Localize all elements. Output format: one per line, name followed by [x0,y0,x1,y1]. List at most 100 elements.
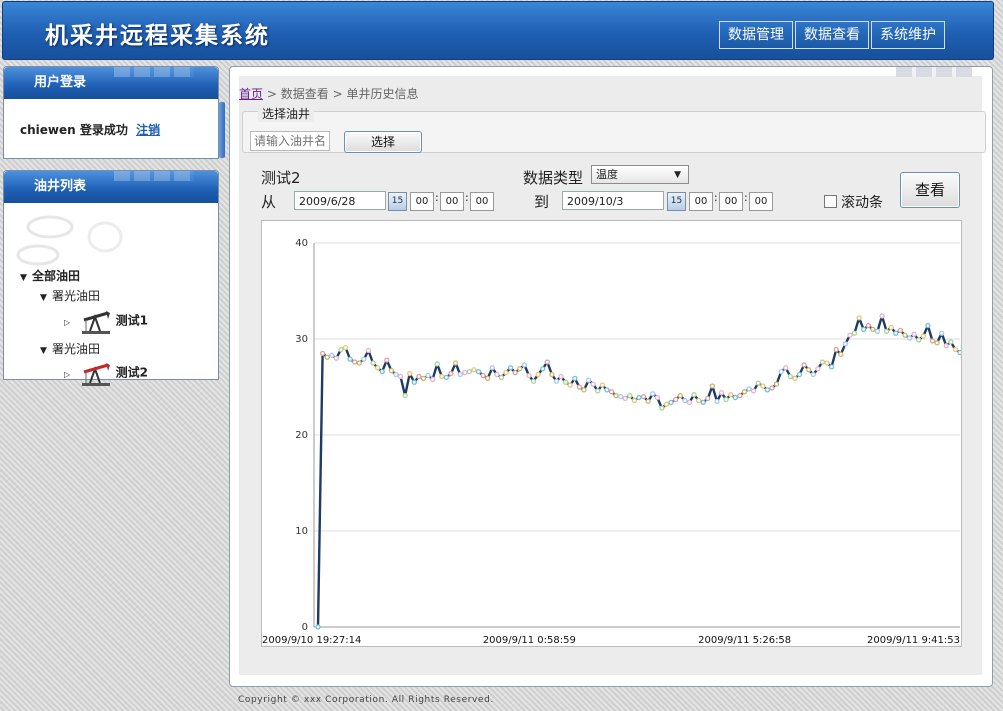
to-hour-input[interactable]: 00 [689,192,713,211]
data-point [851,330,858,336]
login-status-text: 登录成功 [79,123,128,137]
data-point [796,371,803,378]
well-list-title-text: 油井列表 [34,179,87,194]
data-point [627,392,633,399]
selected-well-name: 测试2 [261,169,301,187]
data-point [929,338,936,344]
data-point [595,388,601,394]
data-point [663,401,670,407]
breadcrumb-data-view: 数据查看 [280,87,329,101]
pump-jack-icon [81,311,110,334]
login-status: chiewen 登录成功 注销 [4,99,218,138]
data-point [650,391,656,397]
data-point [842,341,849,347]
data-point [457,371,463,378]
series-line [316,314,961,628]
data-point [682,397,688,404]
logout-link[interactable]: 注销 [136,123,160,137]
to-minute-input[interactable]: 00 [719,192,743,211]
view-button[interactable]: 查看 [900,172,960,208]
x-tick-label: 2009/9/11 5:26:58 [698,635,791,646]
from-date-input[interactable]: 2009/6/28 [294,191,386,210]
to-second-input[interactable]: 00 [749,192,773,211]
expanded-triangle-icon[interactable]: ▼ [20,273,32,283]
to-date-input[interactable]: 2009/10/3 [562,191,664,210]
scrollbar-toggle[interactable]: 滚动条 [824,192,883,212]
tree-node-field-1[interactable]: ▼ 署光油田 [40,287,100,304]
nav-data-management[interactable]: 数据管理 [719,21,793,49]
data-point [365,347,372,354]
data-point [397,373,404,380]
data-point [870,326,876,333]
data-point [462,369,468,376]
from-second-input[interactable]: 00 [470,192,494,211]
data-point [943,343,949,349]
data-point [783,365,789,371]
nav-data-view[interactable]: 数据查看 [795,21,869,49]
time-separator: : [714,191,718,204]
sidebar-collapse-handle[interactable] [219,102,225,158]
data-point [659,405,665,411]
data-point [429,376,436,382]
well-list-title: 油井列表 [4,171,218,203]
data-point [700,399,706,406]
app-title: 机采井远程采集系统 [45,23,270,49]
from-hour-input[interactable]: 00 [410,192,434,211]
data-point [384,357,390,363]
from-minute-input[interactable]: 00 [440,192,464,211]
from-label: 从 [261,193,277,211]
data-point [801,362,807,368]
data-point [654,394,660,401]
breadcrumb-separator: > [332,87,343,101]
x-tick-label: 2009/9/11 0:58:59 [483,635,576,646]
data-point [728,392,734,398]
breadcrumb-home[interactable]: 首页 [239,87,263,101]
data-point [521,362,528,368]
to-calendar-icon[interactable]: 15 [667,192,686,211]
tree-node-label: 测试2 [115,365,149,380]
expanded-triangle-icon[interactable]: ▼ [40,346,52,356]
data-point [787,373,793,380]
data-point [893,330,899,336]
tree-node-root[interactable]: ▼ 全部油田 [20,267,80,284]
scrollbar-checkbox[interactable] [824,195,837,208]
data-point [723,396,729,403]
tree-node-field-2[interactable]: ▼ 署光油田 [40,340,100,357]
data-point [737,392,743,399]
top-nav: 数据管理 数据查看 系统维护 [717,21,945,49]
data-point [824,360,830,366]
data-point [319,350,326,357]
data-point [819,359,826,365]
data-point [856,315,862,321]
panel-header-decoration [114,171,194,181]
select-well-button[interactable]: 选择 [344,131,422,153]
data-point [879,313,885,319]
collapsed-triangle-icon[interactable]: ▷ [64,370,76,379]
data-point [764,387,771,393]
data-point [673,396,679,403]
data-point [388,368,395,374]
data-point [485,375,491,382]
tree-node-well-1[interactable]: ▷ 测试1 [64,307,148,335]
tree-node-label: 署光油田 [52,289,101,303]
y-tick-label: 10 [295,526,308,537]
tree-node-well-2[interactable]: ▷ 测试2 [64,359,148,387]
data-point [315,624,321,630]
collapsed-triangle-icon[interactable]: ▷ [64,318,76,327]
well-name-input[interactable] [250,131,330,151]
data-point [746,386,752,392]
data-type-selected-value: 温度 [596,168,618,181]
x-tick-label: 2009/9/10 19:27:14 [262,635,361,646]
data-point [475,368,482,375]
data-point [379,368,385,375]
data-point [691,392,697,398]
data-point [507,365,514,371]
nav-system-maintenance[interactable]: 系统维护 [871,21,945,49]
data-point [883,328,890,334]
time-separator: : [465,191,469,204]
data-type-select[interactable]: 温度 ▼ [591,165,689,184]
expanded-triangle-icon[interactable]: ▼ [40,293,52,303]
y-tick-label: 40 [295,238,308,249]
data-point [934,340,940,346]
from-calendar-icon[interactable]: 15 [388,192,407,211]
